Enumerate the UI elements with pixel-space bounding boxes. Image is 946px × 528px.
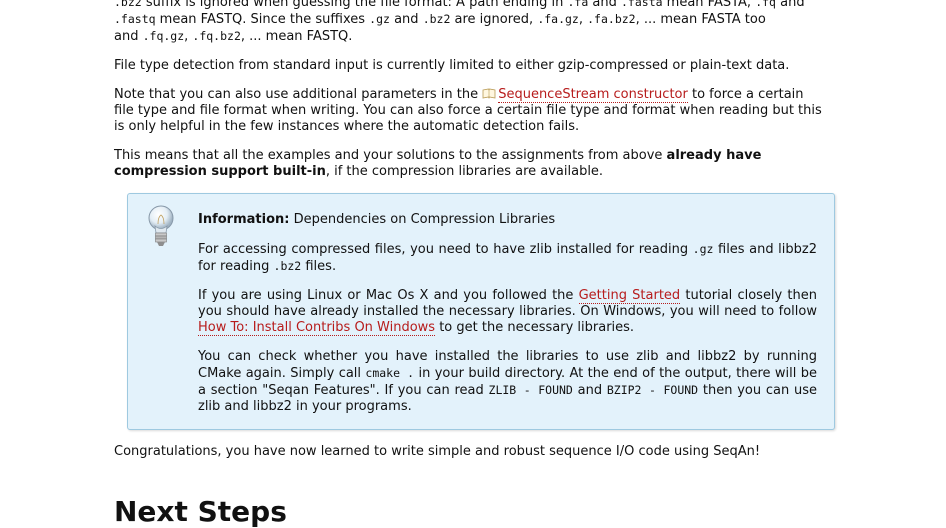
main-content: .bz2 suffix is ignored when guessing the…: [114, 0, 826, 194]
code-inline: .fa: [567, 0, 589, 9]
text-span: and: [775, 0, 805, 10]
compression-support-paragraph: This means that all the examples and you…: [114, 148, 826, 180]
code-inline: .fq.bz2: [192, 29, 241, 43]
text-span: , ... mean FASTA too: [635, 12, 766, 27]
text-span: suffix is ignored when guessing the file…: [141, 0, 568, 10]
code-inline: BZIP2 - FOUND: [606, 383, 699, 397]
lightbulb-icon: [148, 205, 174, 246]
text-span: mean FASTQ. Since the suffixes: [155, 12, 370, 27]
next-steps-heading: Next Steps: [114, 495, 287, 528]
text-span: , ... mean FASTQ.: [240, 29, 353, 44]
congratulations-paragraph: Congratulations, you have now learned to…: [114, 444, 761, 459]
text-span: are ignored,: [450, 12, 538, 27]
code-inline: cmake .: [365, 366, 415, 380]
getting-started-link[interactable]: Getting Started: [578, 288, 681, 304]
info-paragraph-cmake: You can check whether you have installed…: [198, 349, 817, 415]
code-inline: .fq.gz: [142, 29, 185, 43]
code-inline: ZLIB - FOUND: [488, 383, 573, 397]
code-inline: .fastq: [114, 12, 156, 26]
information-content: Information: Dependencies on Compression…: [198, 212, 817, 428]
text-span: to get the necessary libraries.: [435, 320, 635, 335]
constructor-paragraph: Note that you can also use additional pa…: [114, 87, 826, 135]
info-paragraph-zlib: For accessing compressed files, you need…: [198, 241, 817, 275]
code-inline: .fq: [755, 0, 776, 9]
information-heading: Dependencies on Compression Libraries: [289, 212, 556, 227]
text-span: and: [572, 383, 607, 398]
book-icon: [482, 88, 496, 99]
information-box: Information: Dependencies on Compression…: [127, 193, 835, 430]
install-contribs-link[interactable]: How To: Install Contribs On Windows: [198, 320, 436, 336]
code-inline: .gz: [692, 242, 714, 256]
code-inline: .fa.bz2: [587, 12, 636, 26]
text-span: ,: [578, 12, 588, 27]
code-inline: .fasta: [621, 0, 663, 9]
text-span: If you are using Linux or Mac Os X and y…: [198, 288, 579, 303]
sequencestream-constructor-link[interactable]: SequenceStream constructor: [498, 87, 688, 103]
text-span: This means that all the examples and you…: [114, 148, 667, 163]
stdin-detection-paragraph: File type detection from standard input …: [114, 58, 790, 73]
code-inline: .fa.gz: [537, 12, 579, 26]
text-span: and: [588, 0, 621, 10]
text-span: , if the compression libraries are avail…: [325, 164, 604, 179]
info-paragraph-platforms: If you are using Linux or Mac Os X and y…: [198, 288, 817, 336]
text-span: files.: [301, 259, 337, 274]
text-span: mean FASTA,: [662, 0, 756, 10]
code-inline: .bz2: [114, 0, 142, 9]
file-format-paragraph: .bz2 suffix is ignored when guessing the…: [114, 0, 826, 45]
code-inline: .bz2: [273, 259, 302, 273]
text-span: For accessing compressed files, you need…: [198, 242, 693, 257]
text-span: and: [389, 12, 423, 27]
text-span: Note that you can also use additional pa…: [114, 87, 483, 102]
information-title: Information: Dependencies on Compression…: [198, 212, 817, 228]
code-inline: .gz: [369, 12, 390, 26]
information-label: Information:: [198, 212, 290, 227]
code-inline: .bz2: [422, 12, 451, 26]
text-span: and: [114, 29, 143, 44]
